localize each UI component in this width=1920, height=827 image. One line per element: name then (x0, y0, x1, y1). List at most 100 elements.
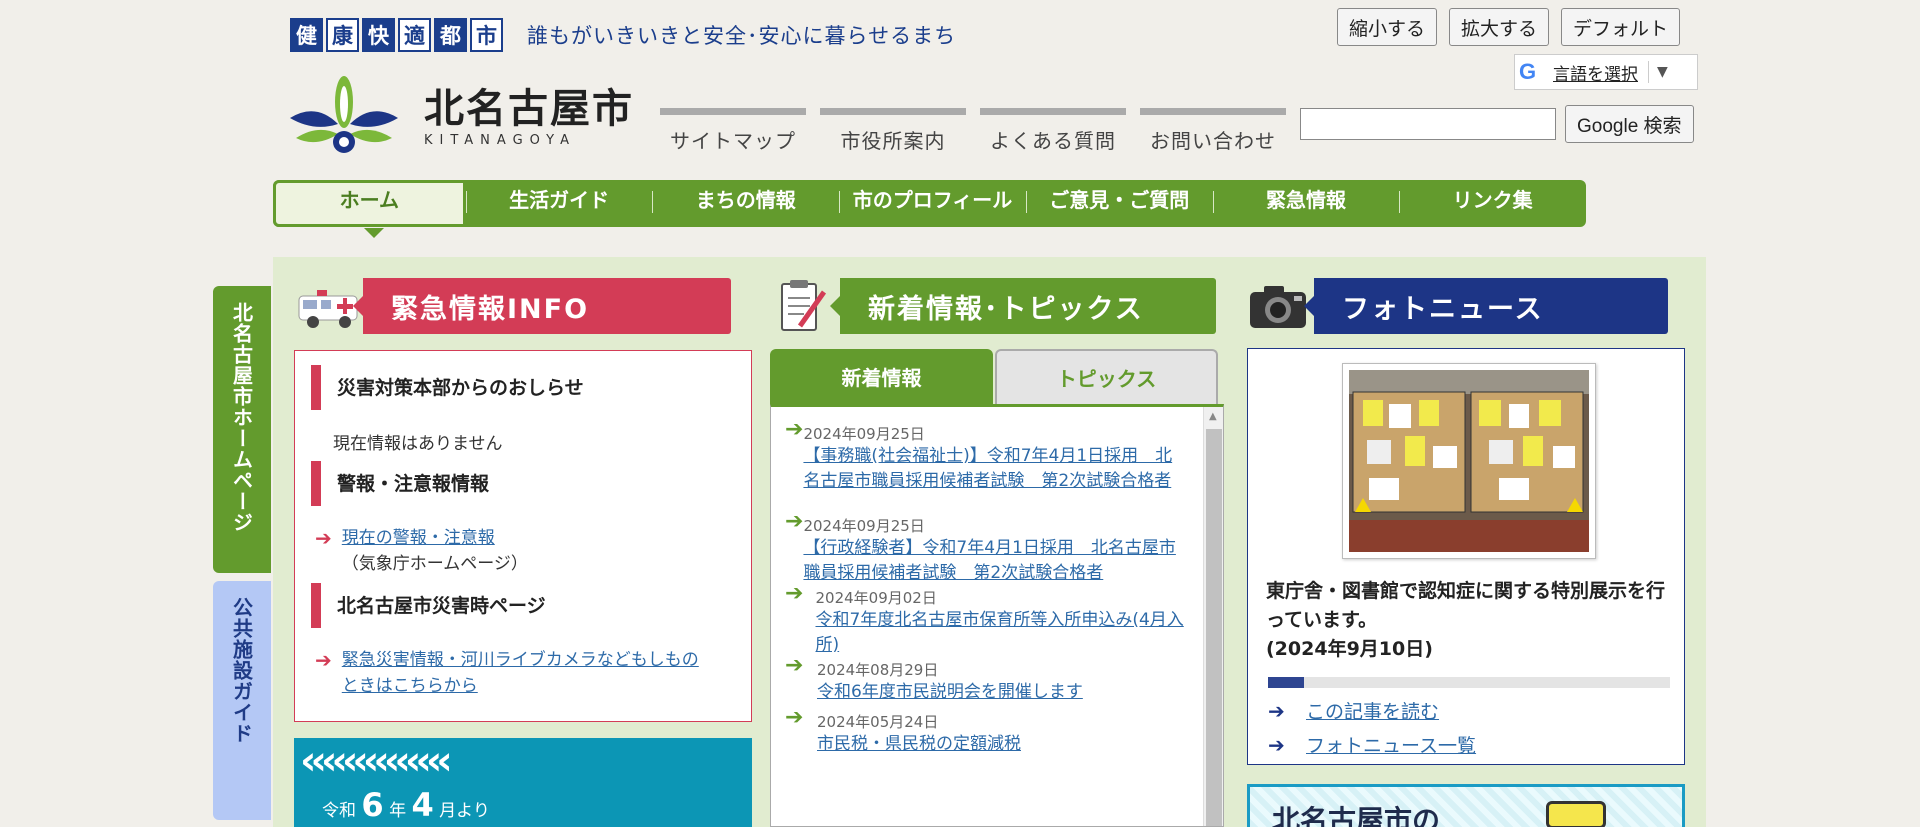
arrow-right-icon: ➔ (785, 705, 804, 730)
news-date: 2024年09月25日 (803, 517, 925, 535)
slogan-kanji: 健 康 快 適 都 市 (290, 18, 503, 52)
news-date: 2024年05月24日 (817, 713, 939, 731)
nav-links[interactable]: リンク集 (1399, 180, 1586, 227)
list-item: ➔ 2024年09月25日 【事務職(社会福祉士)】令和7年4月1日採用 北名古… (785, 417, 1189, 494)
arrow-right-icon: ➔ (1268, 732, 1285, 757)
banner-number-2: 4 (411, 786, 434, 824)
google-search-button[interactable]: Google 検索 (1565, 105, 1694, 143)
no-info-text: 現在情報はありません (333, 434, 503, 454)
news-link[interactable]: 【行政経験者】令和7年4月1日採用 北名古屋市職員採用候補者試験 第2次試験合格… (803, 536, 1189, 586)
scroll-up-icon[interactable]: ▲ (1209, 411, 1217, 422)
photo-news-panel: 東庁舎・図書館で認知症に関する特別展示を行っています。 (2024年9月10日)… (1247, 348, 1685, 765)
language-selector[interactable]: G 言語を選択 ▼ (1514, 54, 1698, 90)
list-item: ➔ 2024年08月29日 令和6年度市民説明会を開催します (785, 653, 1189, 705)
divider (1648, 61, 1649, 83)
nav-emergency[interactable]: 緊急情報 (1212, 180, 1400, 227)
banner-prefix: 令和 (322, 801, 356, 821)
disaster-hq-heading: 災害対策本部からのおしらせ (311, 365, 584, 410)
arrow-right-icon: ➔ (315, 648, 332, 672)
language-label: 言語を選択 (1553, 64, 1638, 85)
enlarge-text-button[interactable]: 拡大する (1449, 8, 1550, 46)
city-intro-banner[interactable]: 北名古屋市の (1247, 784, 1685, 827)
page: 健 康 快 適 都 市 誰もがいきいきと安全･安心に暮らせるまち 北名古屋市 K… (0, 0, 1920, 827)
nav-opinions[interactable]: ご意見・ご質問 (1025, 180, 1213, 227)
news-list: ➔ 2024年09月25日 【事務職(社会福祉士)】令和7年4月1日採用 北名古… (770, 404, 1224, 827)
text-size-controls: 縮小する 拡大する デフォルト (1337, 8, 1681, 46)
arrow-right-icon: ➔ (785, 509, 804, 534)
warnings-heading: 警報・注意報情報 (311, 461, 489, 506)
news-scrollbar[interactable]: ▲ (1203, 407, 1223, 826)
photo-list-row: ➔ フォトニュース一覧 (1268, 731, 1476, 758)
banner-title: 北名古屋市の (1272, 804, 1441, 827)
caption-date: (2024年9月10日) (1266, 638, 1433, 660)
slogan: 健 康 快 適 都 市 誰もがいきいきと安全･安心に暮らせるまち (290, 18, 956, 52)
side-tab-facility-guide[interactable]: 公共施設ガイド (213, 581, 271, 820)
default-text-button[interactable]: デフォルト (1561, 8, 1681, 46)
slogan-char: 都 (434, 18, 467, 52)
read-article-link[interactable]: この記事を読む (1306, 697, 1439, 724)
news-date: 2024年09月25日 (803, 425, 925, 443)
jma-note: （気象庁ホームページ） (341, 554, 528, 574)
news-date: 2024年09月02日 (815, 589, 937, 607)
contact-link[interactable]: お問い合わせ (1140, 108, 1286, 154)
main-nav: ホーム 生活ガイド まちの情報 市のプロフィール ご意見・ご質問 緊急情報 リン… (273, 180, 1586, 238)
side-tab-home[interactable]: 北名古屋市ホームページ (213, 286, 271, 573)
banner-month: 月より (439, 801, 490, 821)
city-name-en: KITANAGOYA (424, 132, 576, 148)
site-search: Google 検索 (1300, 105, 1694, 143)
tab-topics[interactable]: トピックス (995, 349, 1218, 404)
news-link[interactable]: 令和7年度北名古屋市保育所等入所申込み(4月入所) (816, 608, 1190, 658)
sitemap-link[interactable]: サイトマップ (660, 108, 806, 154)
list-item: ➔ 2024年09月25日 【行政経験者】令和7年4月1日採用 北名古屋市職員採… (785, 509, 1189, 586)
warnings-link-row: ➔ 現在の警報・注意報 （気象庁ホームページ） (315, 525, 528, 577)
emergency-header: 緊急情報INFO (295, 278, 731, 334)
tab-latest-news[interactable]: 新着情報 (770, 349, 993, 404)
arrow-right-icon: ➔ (785, 653, 804, 678)
promo-banner[interactable]: ‹‹‹‹‹‹‹‹‹‹‹‹‹‹ 令和 6 年 4 月より (294, 738, 752, 827)
shrink-text-button[interactable]: 縮小する (1337, 8, 1438, 46)
city-hall-guide-link[interactable]: 市役所案内 (820, 108, 966, 154)
photo-title: フォトニュース (1304, 278, 1668, 334)
slideshow-progress (1268, 677, 1670, 688)
search-input[interactable] (1300, 108, 1556, 140)
list-item: ➔ 2024年05月24日 市民税・県民税の定額減税 (785, 705, 1189, 757)
news-tabs: 新着情報 トピックス (770, 349, 1218, 404)
tagline: 誰もがいきいきと安全･安心に暮らせるまち (527, 24, 957, 48)
arrow-right-icon: ➔ (1268, 698, 1285, 723)
slogan-char: 市 (470, 18, 503, 52)
read-article-row: ➔ この記事を読む (1268, 697, 1439, 724)
list-item: ➔ 2024年09月02日 令和7年度北名古屋市保育所等入所申込み(4月入所) (785, 581, 1190, 658)
disaster-link-row: ➔ 緊急災害情報・河川ライブカメラなどもしものときはこちらから (315, 647, 715, 699)
news-link[interactable]: 【事務職(社会福祉士)】令和7年4月1日採用 北名古屋市職員採用候補者試験 第2… (803, 444, 1189, 494)
banner-text: 令和 6 年 4 月より (322, 786, 490, 824)
utility-nav: サイトマップ 市役所案内 よくある質問 お問い合わせ (660, 108, 1286, 154)
city-logo[interactable]: 北名古屋市 KITANAGOYA (286, 72, 634, 162)
photo-news-list-link[interactable]: フォトニュース一覧 (1306, 731, 1476, 758)
current-warnings-link[interactable]: 現在の警報・注意報 (342, 528, 495, 548)
city-emblem-icon (290, 76, 398, 153)
disaster-info-link[interactable]: 緊急災害情報・河川ライブカメラなどもしものときはこちらから (342, 647, 715, 699)
nav-city-profile[interactable]: 市のプロフィール (839, 180, 1026, 227)
photo-thumbnail[interactable] (1342, 363, 1596, 559)
banner-year: 年 (389, 801, 407, 821)
news-header: 新着情報･トピックス (772, 278, 1216, 334)
nav-life-guide[interactable]: 生活ガイド (465, 180, 653, 227)
news-link[interactable]: 市民税・県民税の定額減税 (817, 732, 1021, 757)
exhibit-photo (1349, 370, 1589, 552)
city-name: 北名古屋市 (424, 85, 634, 132)
photo-caption: 東庁舎・図書館で認知症に関する特別展示を行っています。 (2024年9月10日) (1266, 577, 1666, 664)
scroll-thumb[interactable] (1206, 429, 1222, 826)
chevron-decoration: ‹‹‹‹‹‹‹‹‹‹‹‹‹‹ (300, 738, 453, 784)
nav-town-info[interactable]: まちの情報 (652, 180, 839, 227)
slogan-char: 康 (326, 18, 359, 52)
banner-number-1: 6 (361, 786, 384, 824)
nav-home[interactable]: ホーム (273, 180, 466, 238)
news-date: 2024年08月29日 (817, 661, 939, 679)
disaster-page-heading: 北名古屋市災害時ページ (311, 583, 546, 628)
arrow-right-icon: ➔ (785, 581, 804, 606)
caption-text: 東庁舎・図書館で認知症に関する特別展示を行っています。 (1266, 580, 1666, 631)
photo-header: フォトニュース (1246, 278, 1668, 334)
faq-link[interactable]: よくある質問 (980, 108, 1126, 154)
dropdown-arrow-icon: ▼ (1657, 64, 1668, 80)
news-link[interactable]: 令和6年度市民説明会を開催します (817, 680, 1083, 705)
